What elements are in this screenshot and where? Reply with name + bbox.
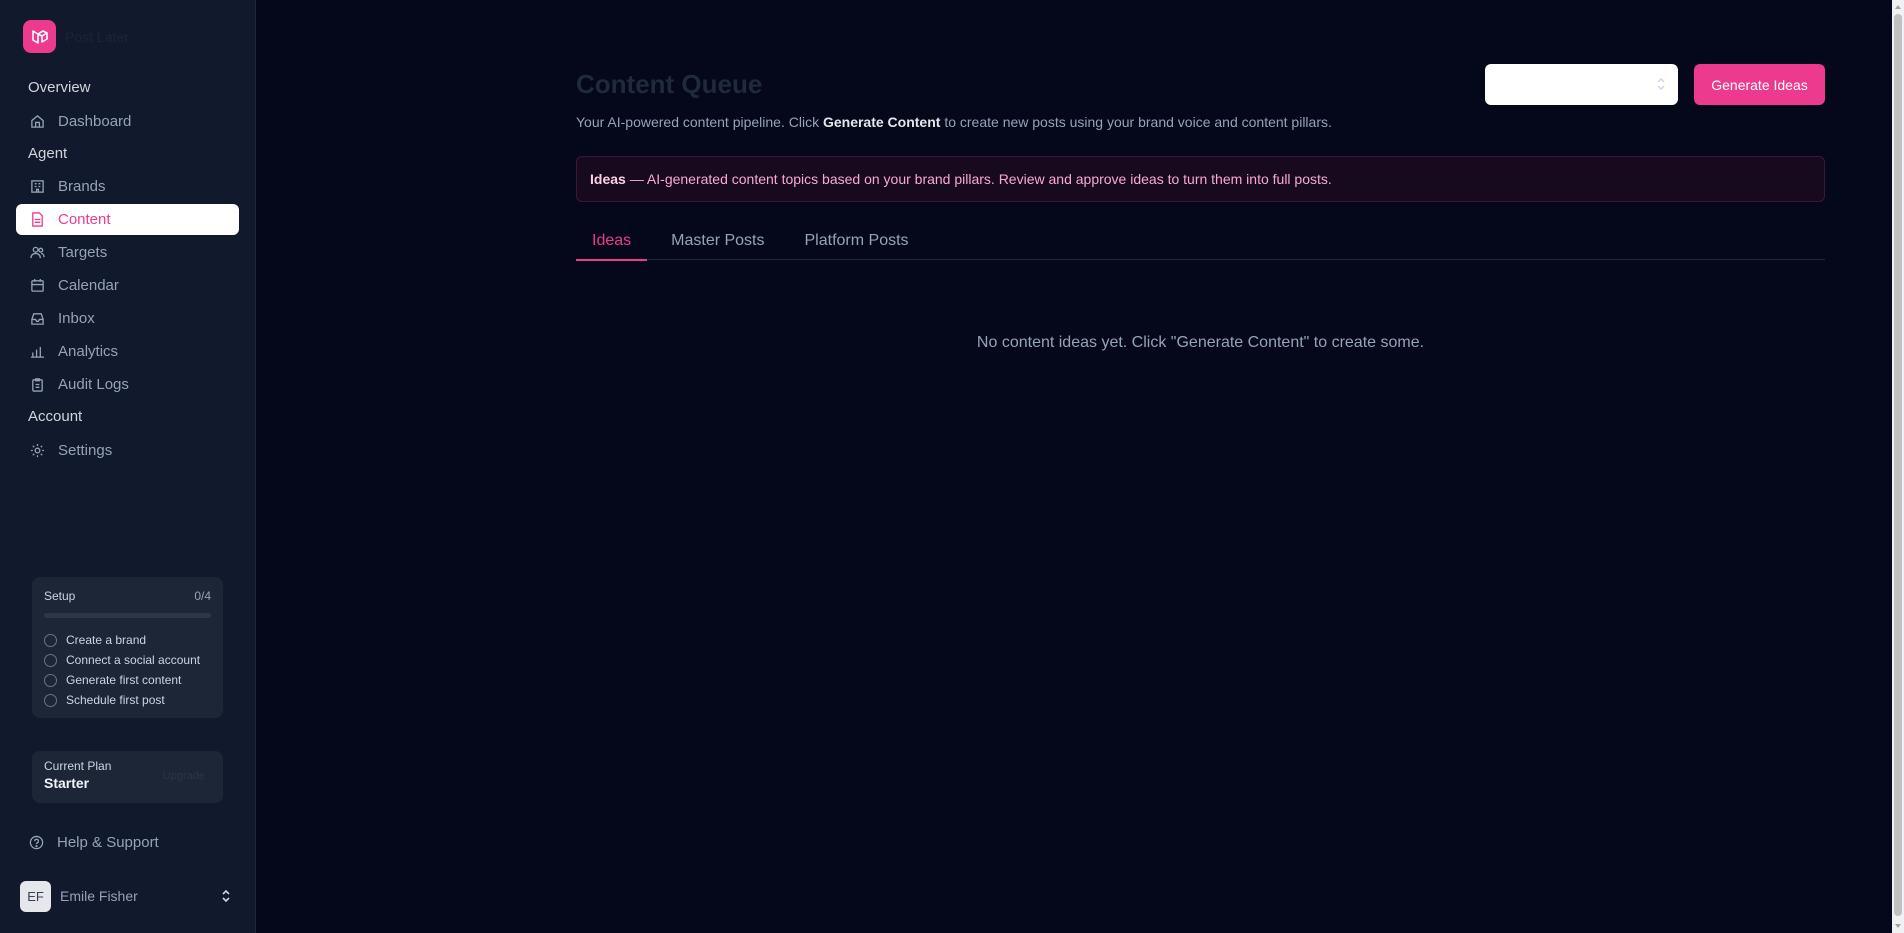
setup-item-generate-content[interactable]: Generate first content (44, 670, 211, 690)
avatar: EF (20, 880, 51, 912)
home-icon (29, 114, 45, 130)
setup-item-create-brand[interactable]: Create a brand (44, 630, 211, 650)
tab-master-posts[interactable]: Master Posts (655, 222, 780, 260)
unchecked-circle-icon (44, 653, 57, 667)
subtitle-text: to create new posts using your brand voi… (940, 114, 1332, 130)
upgrade-link[interactable]: Upgrade (163, 770, 205, 782)
sidebar-item-label: Audit Logs (58, 376, 129, 393)
unchecked-circle-icon (44, 673, 57, 687)
generate-ideas-button[interactable]: Generate Ideas (1694, 64, 1825, 105)
sidebar-item-brands[interactable]: Brands (16, 171, 239, 202)
section-account: Account (28, 408, 83, 425)
sidebar-item-label: Inbox (58, 310, 95, 327)
document-icon (29, 212, 45, 228)
subtitle-text: Your AI-powered content pipeline. Click (576, 114, 823, 130)
page-scrollbar[interactable] (1892, 0, 1904, 933)
sidebar-item-label: Content (58, 211, 111, 228)
help-support-link[interactable]: Help & Support (29, 834, 159, 851)
sidebar-item-inbox[interactable]: Inbox (16, 303, 239, 334)
setup-progress-bar (44, 613, 211, 618)
sidebar-item-dashboard[interactable]: Dashboard (16, 106, 239, 137)
sidebar-item-audit-logs[interactable]: Audit Logs (16, 369, 239, 400)
building-icon (29, 179, 45, 195)
app-name: Post Later (65, 28, 129, 45)
gear-icon (29, 443, 45, 459)
inbox-icon (29, 311, 45, 327)
sidebar-item-label: Calendar (58, 277, 119, 294)
sidebar-item-label: Targets (58, 244, 108, 261)
user-name: Emile Fisher (60, 888, 138, 904)
brand-select[interactable] (1485, 64, 1678, 105)
subtitle-emphasis: Generate Content (822, 114, 941, 130)
section-overview: Overview (28, 79, 91, 96)
chevron-up-down-icon (220, 888, 232, 904)
content-tabs: Ideas Master Posts Platform Posts (576, 222, 1825, 261)
sidebar-item-targets[interactable]: Targets (16, 237, 239, 268)
scroll-down-arrow-icon[interactable] (1894, 921, 1902, 931)
setup-checklist: Setup 0/4 Create a brand Connect a socia… (32, 577, 223, 718)
setup-item-label: Generate first content (66, 673, 182, 687)
setup-item-label: Schedule first post (66, 693, 165, 707)
sidebar-item-calendar[interactable]: Calendar (16, 270, 239, 301)
page-subtitle: Your AI-powered content pipeline. Click … (576, 114, 1332, 130)
sidebar-item-content[interactable]: Content (16, 204, 239, 235)
sidebar-item-settings[interactable]: Settings (16, 435, 239, 466)
help-circle-icon (29, 835, 44, 850)
sidebar-item-label: Settings (58, 442, 113, 459)
scroll-up-arrow-icon[interactable] (1894, 2, 1902, 12)
sidebar: Post Later Overview Dashboard Agent Bran… (0, 0, 256, 933)
sidebar-item-label: Analytics (58, 343, 119, 360)
info-banner: Ideas — AI-generated content topics base… (576, 156, 1825, 202)
app-brand[interactable]: Post Later (23, 20, 129, 53)
main-content: Content Queue Your AI-powered content pi… (257, 0, 1892, 933)
info-banner-text: — AI-generated content topics based on y… (629, 171, 1332, 187)
info-banner-title: Ideas (590, 171, 626, 187)
sidebar-item-label: Dashboard (58, 113, 132, 130)
setup-item-connect-social[interactable]: Connect a social account (44, 650, 211, 670)
clipboard-icon (29, 377, 45, 393)
unchecked-circle-icon (44, 693, 57, 707)
bar-chart-icon (29, 344, 45, 360)
help-label: Help & Support (57, 834, 159, 851)
tab-platform-posts[interactable]: Platform Posts (789, 222, 925, 260)
section-agent: Agent (28, 145, 68, 162)
users-icon (29, 245, 45, 261)
current-plan-card: Current Plan Starter Upgrade (32, 751, 223, 803)
setup-item-label: Create a brand (66, 633, 147, 647)
setup-item-label: Connect a social account (66, 653, 201, 667)
setup-item-schedule-post[interactable]: Schedule first post (44, 690, 211, 710)
app-logo-icon (23, 20, 56, 53)
setup-title: Setup (44, 589, 76, 603)
tab-ideas[interactable]: Ideas (576, 222, 648, 261)
scrollbar-thumb[interactable] (1894, 14, 1902, 916)
user-menu[interactable]: EF Emile Fisher (20, 880, 232, 912)
sidebar-item-analytics[interactable]: Analytics (16, 336, 239, 367)
empty-state-message: No content ideas yet. Click "Generate Co… (976, 334, 1425, 351)
setup-count: 0/4 (194, 589, 211, 603)
select-arrows-icon (1656, 76, 1666, 92)
unchecked-circle-icon (44, 633, 57, 647)
page-title: Content Queue (576, 69, 763, 99)
sidebar-item-label: Brands (58, 178, 106, 195)
calendar-icon (29, 278, 45, 294)
